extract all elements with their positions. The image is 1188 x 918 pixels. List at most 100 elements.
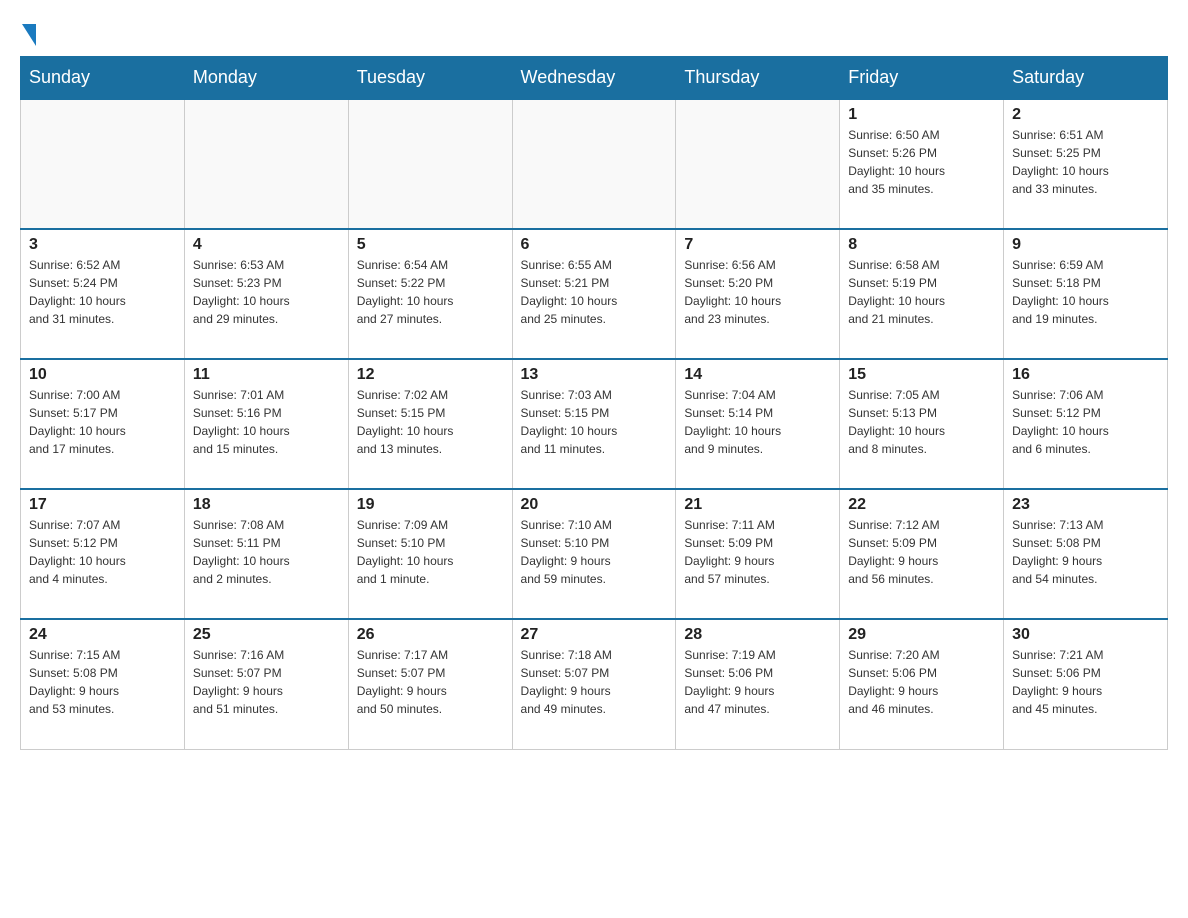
day-info: Sunrise: 7:00 AMSunset: 5:17 PMDaylight:… — [29, 386, 176, 458]
day-number: 11 — [193, 366, 340, 384]
weekday-header-tuesday: Tuesday — [348, 57, 512, 100]
day-number: 6 — [521, 236, 668, 254]
day-number: 23 — [1012, 496, 1159, 514]
calendar-cell — [512, 99, 676, 229]
day-info: Sunrise: 7:04 AMSunset: 5:14 PMDaylight:… — [684, 386, 831, 458]
day-number: 28 — [684, 626, 831, 644]
day-info: Sunrise: 7:17 AMSunset: 5:07 PMDaylight:… — [357, 646, 504, 718]
day-info: Sunrise: 7:20 AMSunset: 5:06 PMDaylight:… — [848, 646, 995, 718]
logo-triangle-icon — [22, 24, 36, 46]
day-number: 2 — [1012, 106, 1159, 124]
calendar-cell: 9 Sunrise: 6:59 AMSunset: 5:18 PMDaylight… — [1004, 229, 1168, 359]
day-number: 4 — [193, 236, 340, 254]
calendar-cell — [21, 99, 185, 229]
day-info: Sunrise: 7:21 AMSunset: 5:06 PMDaylight:… — [1012, 646, 1159, 718]
day-info: Sunrise: 7:18 AMSunset: 5:07 PMDaylight:… — [521, 646, 668, 718]
day-info: Sunrise: 6:58 AMSunset: 5:19 PMDaylight:… — [848, 256, 995, 328]
day-info: Sunrise: 7:10 AMSunset: 5:10 PMDaylight:… — [521, 516, 668, 588]
day-number: 29 — [848, 626, 995, 644]
calendar-cell: 17 Sunrise: 7:07 AMSunset: 5:12 PMDayligh… — [21, 489, 185, 619]
day-info: Sunrise: 6:50 AMSunset: 5:26 PMDaylight:… — [848, 126, 995, 198]
calendar-cell: 27 Sunrise: 7:18 AMSunset: 5:07 PMDayligh… — [512, 619, 676, 749]
week-row-5: 24Sunrise: 7:15 AMSunset: 5:08 PMDayligh… — [21, 619, 1168, 749]
weekday-header-row: SundayMondayTuesdayWednesdayThursdayFrid… — [21, 57, 1168, 100]
calendar-cell: 5 Sunrise: 6:54 AMSunset: 5:22 PMDaylight… — [348, 229, 512, 359]
day-info: Sunrise: 7:19 AMSunset: 5:06 PMDaylight:… — [684, 646, 831, 718]
day-info: Sunrise: 7:09 AMSunset: 5:10 PMDaylight:… — [357, 516, 504, 588]
calendar-cell: 21Sunrise: 7:11 AMSunset: 5:09 PMDayligh… — [676, 489, 840, 619]
day-info: Sunrise: 6:54 AMSunset: 5:22 PMDaylight:… — [357, 256, 504, 328]
day-number: 14 — [684, 366, 831, 384]
calendar-cell: 26 Sunrise: 7:17 AMSunset: 5:07 PMDayligh… — [348, 619, 512, 749]
calendar-cell: 7 Sunrise: 6:56 AMSunset: 5:20 PMDaylight… — [676, 229, 840, 359]
calendar-cell: 14 Sunrise: 7:04 AMSunset: 5:14 PMDayligh… — [676, 359, 840, 489]
day-number: 25 — [193, 626, 340, 644]
calendar-cell: 8 Sunrise: 6:58 AMSunset: 5:19 PMDaylight… — [840, 229, 1004, 359]
calendar-cell: 18Sunrise: 7:08 AMSunset: 5:11 PMDayligh… — [184, 489, 348, 619]
calendar-cell — [676, 99, 840, 229]
day-number: 12 — [357, 366, 504, 384]
calendar-cell: 20 Sunrise: 7:10 AMSunset: 5:10 PMDayligh… — [512, 489, 676, 619]
weekday-header-friday: Friday — [840, 57, 1004, 100]
day-info: Sunrise: 7:05 AMSunset: 5:13 PMDaylight:… — [848, 386, 995, 458]
day-number: 27 — [521, 626, 668, 644]
day-number: 16 — [1012, 366, 1159, 384]
calendar-cell: 2 Sunrise: 6:51 AMSunset: 5:25 PMDaylight… — [1004, 99, 1168, 229]
week-row-4: 17 Sunrise: 7:07 AMSunset: 5:12 PMDayligh… — [21, 489, 1168, 619]
day-number: 30 — [1012, 626, 1159, 644]
week-row-2: 3Sunrise: 6:52 AMSunset: 5:24 PMDaylight… — [21, 229, 1168, 359]
day-info: Sunrise: 7:02 AMSunset: 5:15 PMDaylight:… — [357, 386, 504, 458]
weekday-header-saturday: Saturday — [1004, 57, 1168, 100]
day-number: 1 — [848, 106, 995, 124]
logo — [20, 20, 36, 46]
calendar-cell — [348, 99, 512, 229]
day-info: Sunrise: 7:16 AMSunset: 5:07 PMDaylight:… — [193, 646, 340, 718]
day-number: 5 — [357, 236, 504, 254]
day-info: Sunrise: 6:59 AMSunset: 5:18 PMDaylight:… — [1012, 256, 1159, 328]
calendar-cell — [184, 99, 348, 229]
calendar-cell: 11 Sunrise: 7:01 AMSunset: 5:16 PMDayligh… — [184, 359, 348, 489]
day-number: 19 — [357, 496, 504, 514]
day-info: Sunrise: 7:11 AMSunset: 5:09 PMDaylight:… — [684, 516, 831, 588]
calendar-cell: 12 Sunrise: 7:02 AMSunset: 5:15 PMDayligh… — [348, 359, 512, 489]
calendar-cell: 16 Sunrise: 7:06 AMSunset: 5:12 PMDayligh… — [1004, 359, 1168, 489]
day-info: Sunrise: 6:56 AMSunset: 5:20 PMDaylight:… — [684, 256, 831, 328]
day-number: 7 — [684, 236, 831, 254]
day-info: Sunrise: 7:03 AMSunset: 5:15 PMDaylight:… — [521, 386, 668, 458]
day-number: 9 — [1012, 236, 1159, 254]
day-number: 17 — [29, 496, 176, 514]
calendar-cell: 22Sunrise: 7:12 AMSunset: 5:09 PMDayligh… — [840, 489, 1004, 619]
weekday-header-thursday: Thursday — [676, 57, 840, 100]
day-info: Sunrise: 7:01 AMSunset: 5:16 PMDaylight:… — [193, 386, 340, 458]
day-info: Sunrise: 7:07 AMSunset: 5:12 PMDaylight:… — [29, 516, 176, 588]
calendar-cell: 6Sunrise: 6:55 AMSunset: 5:21 PMDaylight… — [512, 229, 676, 359]
calendar-cell: 23 Sunrise: 7:13 AMSunset: 5:08 PMDayligh… — [1004, 489, 1168, 619]
weekday-header-monday: Monday — [184, 57, 348, 100]
calendar-cell: 24Sunrise: 7:15 AMSunset: 5:08 PMDayligh… — [21, 619, 185, 749]
day-number: 3 — [29, 236, 176, 254]
calendar-table: SundayMondayTuesdayWednesdayThursdayFrid… — [20, 56, 1168, 750]
calendar-cell: 4 Sunrise: 6:53 AMSunset: 5:23 PMDaylight… — [184, 229, 348, 359]
day-info: Sunrise: 7:06 AMSunset: 5:12 PMDaylight:… — [1012, 386, 1159, 458]
day-number: 20 — [521, 496, 668, 514]
calendar-cell: 29 Sunrise: 7:20 AMSunset: 5:06 PMDayligh… — [840, 619, 1004, 749]
day-number: 26 — [357, 626, 504, 644]
calendar-cell: 28 Sunrise: 7:19 AMSunset: 5:06 PMDayligh… — [676, 619, 840, 749]
day-number: 13 — [521, 366, 668, 384]
day-info: Sunrise: 7:13 AMSunset: 5:08 PMDaylight:… — [1012, 516, 1159, 588]
calendar-cell: 15 Sunrise: 7:05 AMSunset: 5:13 PMDayligh… — [840, 359, 1004, 489]
day-info: Sunrise: 6:51 AMSunset: 5:25 PMDaylight:… — [1012, 126, 1159, 198]
calendar-cell: 10 Sunrise: 7:00 AMSunset: 5:17 PMDayligh… — [21, 359, 185, 489]
day-info: Sunrise: 7:15 AMSunset: 5:08 PMDaylight:… — [29, 646, 176, 718]
week-row-1: 1 Sunrise: 6:50 AMSunset: 5:26 PMDaylight… — [21, 99, 1168, 229]
day-number: 18 — [193, 496, 340, 514]
week-row-3: 10 Sunrise: 7:00 AMSunset: 5:17 PMDayligh… — [21, 359, 1168, 489]
calendar-cell: 1 Sunrise: 6:50 AMSunset: 5:26 PMDaylight… — [840, 99, 1004, 229]
weekday-header-sunday: Sunday — [21, 57, 185, 100]
day-number: 10 — [29, 366, 176, 384]
day-number: 15 — [848, 366, 995, 384]
calendar-cell: 19 Sunrise: 7:09 AMSunset: 5:10 PMDayligh… — [348, 489, 512, 619]
day-info: Sunrise: 7:12 AMSunset: 5:09 PMDaylight:… — [848, 516, 995, 588]
day-info: Sunrise: 6:53 AMSunset: 5:23 PMDaylight:… — [193, 256, 340, 328]
day-number: 8 — [848, 236, 995, 254]
